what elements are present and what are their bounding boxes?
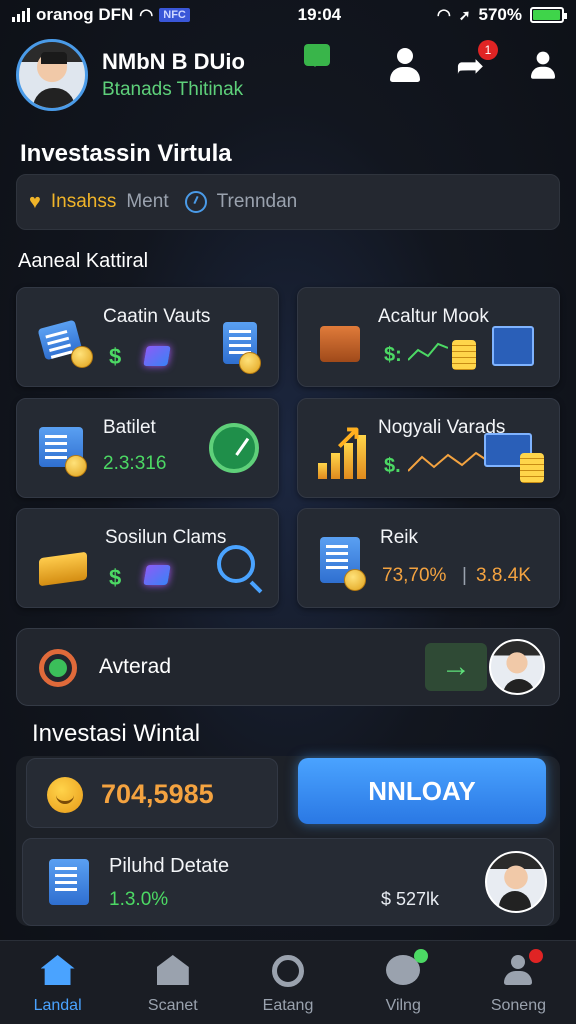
wallet-section: 704,5985 NNLOAY Piluhd Detate 1.3.0% $ 5… xyxy=(16,756,560,926)
tab-label: Eatang xyxy=(262,997,314,1014)
line-chart-icon xyxy=(408,451,488,472)
clock-icon xyxy=(209,423,259,473)
row-amount: $ 527lk xyxy=(381,889,439,910)
pin-icon: ♥ xyxy=(29,190,41,213)
notification-badge: 1 xyxy=(478,40,498,60)
portfolio-row[interactable]: Piluhd Detate 1.3.0% $ 527lk xyxy=(22,838,554,926)
coin-icon xyxy=(71,346,93,368)
filter-bar: ♥ Insahss Ment Trenndan xyxy=(16,174,560,230)
filter-chip-ment[interactable]: Ment xyxy=(126,191,168,213)
spreadsheet-icon xyxy=(492,326,534,366)
filter-chip-trending[interactable]: Trenndan xyxy=(217,191,298,213)
battery-icon xyxy=(530,7,567,23)
card-title: Reik xyxy=(380,527,419,548)
gold-box-icon xyxy=(39,551,87,587)
nfc-badge: NFC xyxy=(159,8,190,22)
currency-icon: $ xyxy=(381,889,397,909)
profile-header: NMbN B DUio Btanads Thitinak ➦ 1 xyxy=(16,38,560,112)
card-batilet[interactable]: Batilet 2.3:316 xyxy=(16,398,279,498)
status-time: 19:04 xyxy=(297,5,342,24)
cube-icon xyxy=(143,565,171,585)
account-icon[interactable] xyxy=(388,48,422,84)
dollar-label: $: xyxy=(384,344,402,366)
wifi-status-icon: ◠ xyxy=(436,7,451,24)
reward-icon xyxy=(39,649,77,687)
advert-avatar xyxy=(489,639,545,695)
user-avatar[interactable] xyxy=(16,39,88,111)
card-title: Caatin Vauts xyxy=(103,306,211,327)
section-title-investments: Investassin Virtula xyxy=(20,140,232,167)
location-icon: ➚ xyxy=(458,6,471,23)
go-arrow-button[interactable]: → xyxy=(425,643,487,691)
user-name: NMbN B DUio xyxy=(102,49,245,74)
search-icon xyxy=(272,955,304,987)
tab-label: Scanet xyxy=(147,997,198,1014)
cube-icon xyxy=(143,346,171,366)
coin-stack-icon xyxy=(452,340,476,370)
card-title: Acaltur Mook xyxy=(378,306,489,327)
row-amount-value: 527lk xyxy=(396,889,440,909)
card-title: Batilet xyxy=(103,417,156,438)
card-value: 2.3:316 xyxy=(103,453,167,474)
balance-value: 704,5985 xyxy=(101,779,214,809)
tab-label: Soneng xyxy=(490,997,546,1014)
coin-stack-icon xyxy=(520,453,544,483)
coin-icon xyxy=(344,569,366,591)
wifi-icon: ◠ xyxy=(139,7,154,24)
row-avatar xyxy=(485,851,547,913)
clock-icon xyxy=(184,191,207,213)
share-icon[interactable]: ➦ 1 xyxy=(456,40,498,84)
tab-eatang[interactable]: Eatang xyxy=(230,941,345,1024)
row-title: Piluhd Detate xyxy=(109,855,230,877)
section-title-annual: Aaneal Kattiral xyxy=(18,250,149,272)
profile-icon xyxy=(501,949,544,989)
tab-landal[interactable]: Landal xyxy=(0,941,115,1024)
tab-scanet[interactable]: Scanet xyxy=(115,941,230,1024)
section-title-wallet: Investasi Wintal xyxy=(32,720,201,747)
balance-box: 704,5985 xyxy=(26,758,278,828)
magnifier-icon xyxy=(217,545,255,583)
coin-icon xyxy=(65,455,87,477)
card-caatin-vauts[interactable]: Caatin Vauts $ xyxy=(16,287,279,387)
tab-soneng[interactable]: Soneng xyxy=(461,941,576,1024)
store-icon xyxy=(156,955,189,985)
advert-bar[interactable]: Avterad → xyxy=(16,628,560,706)
card-sosilun-clams[interactable]: Sosilun Clams $ xyxy=(16,508,279,608)
line-chart-icon xyxy=(408,342,448,361)
dollar-icon: $ xyxy=(109,344,122,369)
bottom-tab-bar: Landal Scanet Eatang Vilng Soneng xyxy=(0,940,576,1024)
card-reik[interactable]: Reik 73,70% | 3.8.4K xyxy=(297,508,560,608)
notification-dot xyxy=(529,949,544,963)
portfolio-icon xyxy=(49,859,89,905)
trend-up-icon: ↗ xyxy=(334,418,363,456)
card-acaltur-mook[interactable]: Acaltur Mook $: xyxy=(297,287,560,387)
coin-icon xyxy=(239,352,261,374)
filter-chip-active[interactable]: Insahss xyxy=(51,191,116,213)
signal-icon xyxy=(12,8,30,22)
status-dot xyxy=(414,949,429,963)
tab-vilng[interactable]: Vilng xyxy=(346,941,461,1024)
card-value: 73,70% xyxy=(382,565,447,586)
dollar-label: $. xyxy=(384,455,401,477)
smile-coin-icon xyxy=(47,777,83,813)
download-button[interactable]: NNLOAY xyxy=(298,758,546,824)
dollar-icon: $ xyxy=(109,565,122,590)
chat-icon[interactable] xyxy=(304,44,330,67)
tab-label: Landal xyxy=(33,997,82,1014)
row-value: 1.3.0% xyxy=(109,889,169,910)
chart-board-icon xyxy=(320,326,360,362)
chat-face-icon xyxy=(386,949,429,985)
profile-icon[interactable] xyxy=(529,51,556,81)
home-icon xyxy=(40,955,75,985)
card-title: Sosilun Clams xyxy=(105,527,227,548)
card-value-secondary: 3.8.4K xyxy=(476,565,531,586)
battery-percent: 570% xyxy=(478,5,522,24)
carrier-label: oranog DFN xyxy=(36,5,134,24)
tab-label: Vilng xyxy=(385,997,421,1014)
card-nogyali-varads[interactable]: ↗ Nogyali Varads $. xyxy=(297,398,560,498)
status-bar: oranog DFN ◠ NFC 19:04 ◠ ➚ 570% xyxy=(0,0,576,30)
separator: | xyxy=(462,565,467,586)
user-subtitle: Btanads Thitinak xyxy=(102,79,244,100)
advert-label: Avterad xyxy=(99,655,171,678)
